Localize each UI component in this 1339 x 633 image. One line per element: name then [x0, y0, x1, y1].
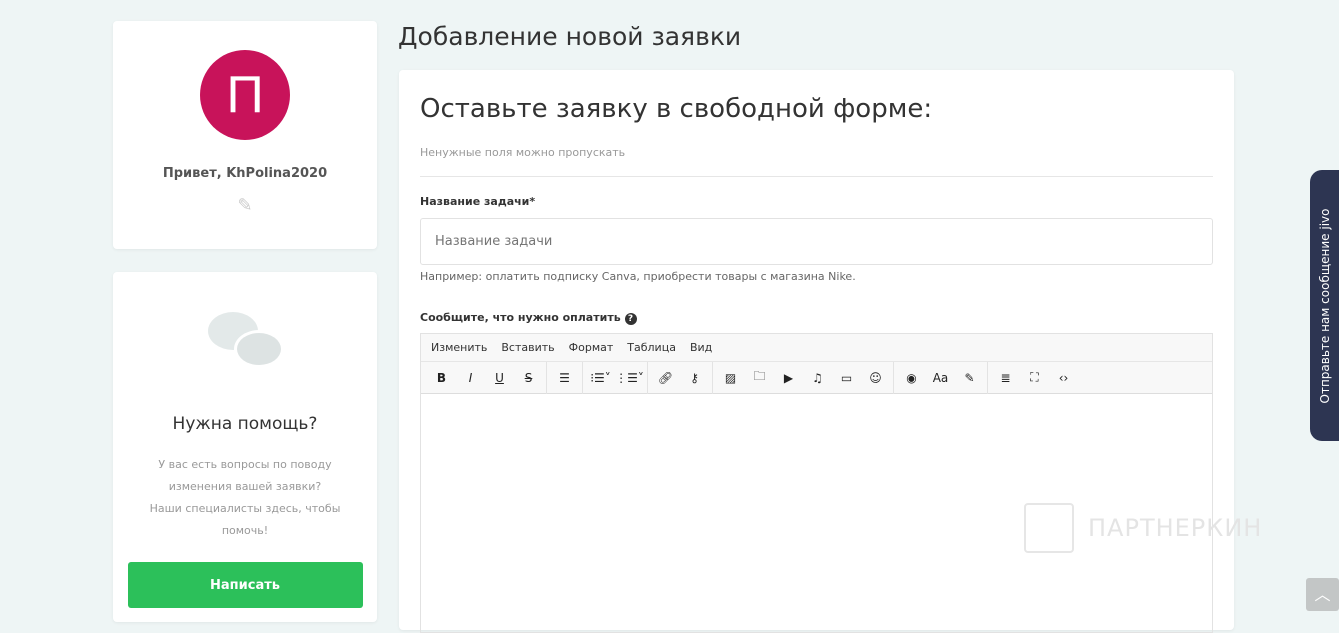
- link-icon[interactable]: 🔗︎: [651, 371, 680, 385]
- write-button[interactable]: Написать: [127, 562, 363, 608]
- menu-view[interactable]: Вид: [690, 341, 712, 354]
- music-icon[interactable]: ♫: [803, 371, 832, 385]
- strikethrough-icon[interactable]: S: [514, 371, 543, 385]
- emoji-icon[interactable]: ☺: [861, 371, 890, 385]
- help-card: Нужна помощь? У вас есть вопросы по пово…: [113, 272, 377, 622]
- task-name-input[interactable]: [420, 218, 1213, 265]
- help-text: У вас есть вопросы по поводу изменения ва…: [149, 458, 341, 537]
- italic-icon[interactable]: I: [456, 371, 485, 385]
- menu-format[interactable]: Формат: [569, 341, 614, 354]
- fullscreen-icon[interactable]: ⛶: [1020, 370, 1049, 385]
- watermark: ПАРТНЕРКИН: [1024, 503, 1262, 553]
- media-icon[interactable]: ▭: [832, 371, 861, 385]
- menu-insert[interactable]: Вставить: [501, 341, 554, 354]
- editor-menubar: Изменить Вставить Формат Таблица Вид: [421, 334, 1212, 362]
- task-example: Например: оплатить подписку Canva, приоб…: [420, 270, 856, 283]
- page-title: Добавление новой заявки: [398, 22, 742, 51]
- divider: [420, 176, 1213, 177]
- numbered-list-icon[interactable]: ⋮☰˅: [615, 371, 644, 385]
- folder-icon[interactable]: 🗀: [745, 367, 774, 388]
- edit-profile-icon[interactable]: ✎: [113, 195, 377, 216]
- menu-edit[interactable]: Изменить: [431, 341, 487, 354]
- indent-icon[interactable]: ≣: [991, 371, 1020, 385]
- align-center-icon[interactable]: ☰: [550, 371, 579, 385]
- code-icon[interactable]: ‹›: [1049, 371, 1078, 385]
- video-icon[interactable]: ▶: [774, 371, 803, 385]
- bold-icon[interactable]: B: [427, 371, 456, 385]
- editor-toolbar: B I U S ☰ ⁝☰˅ ⋮☰˅ 🔗︎ ⚷ ▨ 🗀 ▶ ♫ ▭ ☺ ◉ Aa …: [421, 361, 1212, 394]
- greeting: Привет, KhPolina2020: [162, 166, 328, 181]
- pencil-icon[interactable]: ✎: [955, 371, 984, 385]
- jivo-chat-tab[interactable]: Отправьте нам сообщение jivo: [1310, 170, 1339, 441]
- rich-text-editor[interactable]: Изменить Вставить Формат Таблица Вид B I…: [420, 333, 1213, 633]
- preview-icon[interactable]: ◉: [897, 371, 926, 385]
- key-icon[interactable]: ⚷: [680, 371, 709, 385]
- font-icon[interactable]: Aa: [926, 371, 955, 385]
- menu-table[interactable]: Таблица: [627, 341, 676, 354]
- bullet-list-icon[interactable]: ⁝☰˅: [586, 371, 615, 385]
- pay-label: Сообщите, что нужно оплатить ?: [420, 311, 1213, 325]
- form-hint: Ненужные поля можно пропускать: [420, 146, 626, 159]
- avatar: П: [200, 50, 290, 140]
- form-title: Оставьте заявку в свободной форме:: [420, 94, 933, 124]
- scroll-to-top-button[interactable]: ︿: [1306, 578, 1339, 611]
- help-title: Нужна помощь?: [172, 414, 318, 434]
- profile-card: П Привет, KhPolina2020 ✎: [113, 21, 377, 249]
- help-question-icon[interactable]: ?: [624, 313, 637, 325]
- image-icon[interactable]: ▨: [716, 371, 745, 385]
- task-label: Название задачи*: [420, 195, 536, 208]
- watermark-logo-icon: [1024, 503, 1074, 553]
- underline-icon[interactable]: U: [485, 371, 514, 385]
- chat-bubbles-icon: [113, 310, 377, 372]
